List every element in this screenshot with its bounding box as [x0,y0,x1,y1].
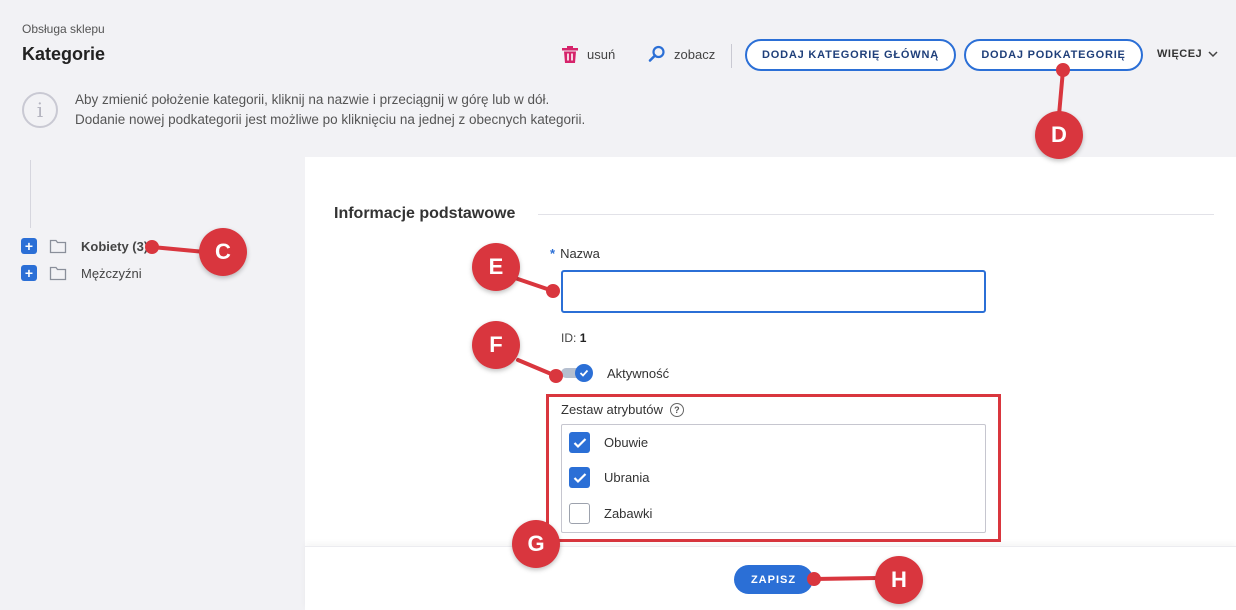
view-label: zobacz [674,46,716,62]
name-input[interactable] [561,270,986,313]
tree-item-label[interactable]: Mężczyźni [81,266,142,281]
add-main-category-button[interactable]: DODAJ KATEGORIĘ GŁÓWNĄ [745,39,956,71]
view-link[interactable]: zobacz [648,45,715,63]
expand-icon[interactable]: + [21,265,37,281]
tree-connector [30,160,31,228]
folder-icon [49,239,67,254]
annotation-marker-g: G [512,520,560,568]
trash-icon [562,46,578,63]
annotation-marker-d: D [1035,111,1083,159]
id-text: ID: 1 [561,331,586,345]
expand-icon[interactable]: + [21,238,37,254]
more-label: WIĘCEJ [1157,48,1203,60]
annotation-marker-h: H [875,556,923,604]
form-panel [305,157,1236,610]
tree-item[interactable]: + Kobiety (3) [21,236,148,256]
annotation-dot-c [145,240,159,254]
chevron-down-icon [1208,50,1218,57]
info-line-1: Aby zmienić położenie kategorii, kliknij… [75,92,550,107]
more-menu[interactable]: WIĘCEJ [1157,48,1218,60]
annotation-pointer-d [1057,68,1065,117]
search-icon [648,45,665,62]
id-label: ID: [561,331,577,345]
annotation-marker-f: F [472,321,520,369]
delete-link[interactable]: usuń [561,45,615,64]
page-title: Kategorie [22,44,106,64]
info-line-2: Dodanie nowej podkategorii jest możliwe … [75,112,586,127]
info-text: Aby zmienić położenie kategorii, kliknij… [75,90,585,130]
active-toggle[interactable] [561,364,593,382]
breadcrumb[interactable]: Obsługa sklepu [22,22,105,36]
toolbar-divider [731,44,732,68]
add-subcategory-button[interactable]: DODAJ PODKATEGORIĘ [964,39,1143,71]
tree-item[interactable]: + Mężczyźni [21,263,142,283]
toggle-knob [575,364,593,382]
section-divider [538,214,1214,215]
section-title: Informacje podstawowe [334,205,516,222]
folder-icon [49,266,67,281]
tree-item-label[interactable]: Kobiety (3) [81,239,148,254]
id-value: 1 [579,331,587,345]
annotation-marker-e: E [472,243,520,291]
annotation-marker-c: C [199,228,247,276]
required-mark: * [550,246,556,261]
info-icon: i [22,92,58,128]
annotation-pointer-c [150,245,207,254]
save-button[interactable]: ZAPISZ [734,565,813,594]
name-label: * Nazwa [550,246,600,261]
delete-label: usuń [587,47,616,62]
active-label: Aktywność [607,366,670,381]
annotation-highlight-box [546,394,1001,542]
name-label-text: Nazwa [560,246,600,261]
check-icon [579,369,589,377]
